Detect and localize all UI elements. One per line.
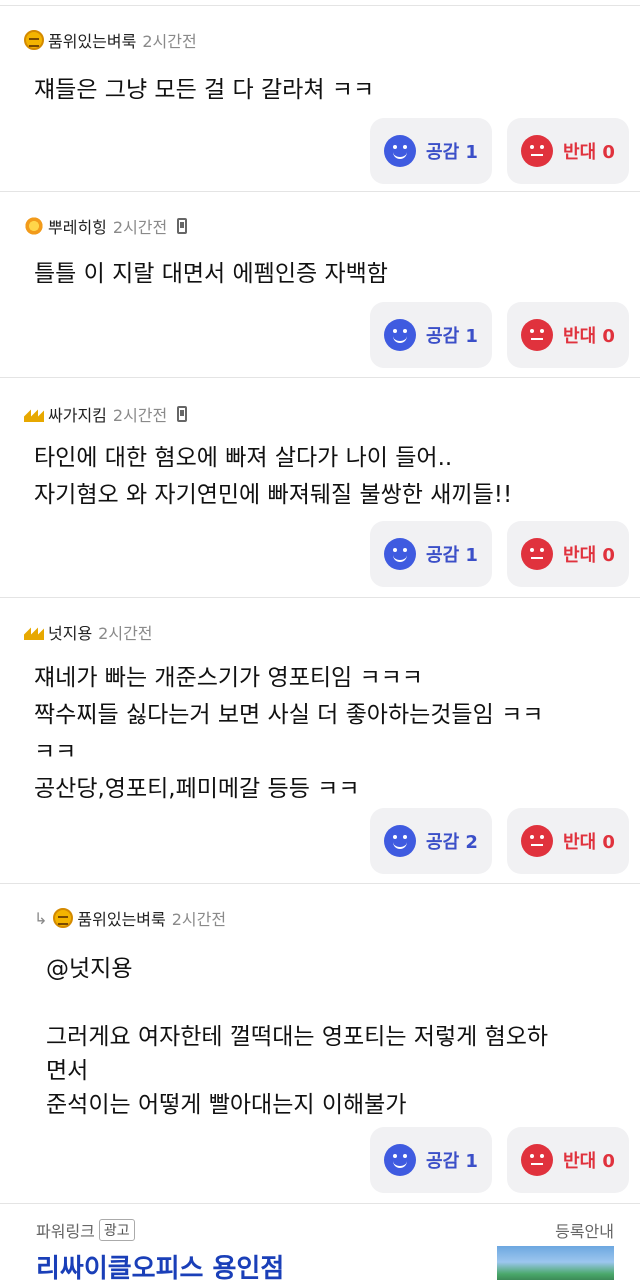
powerlink-ad[interactable]: 파워링크 광고 등록안내 리싸이클오피스 용인점 [0,1203,640,1280]
dislike-button[interactable]: 반대 0 [507,521,629,587]
ad-label-text: 파워링크 [36,1222,95,1241]
comment-item: 싸가지킴 2시간전 타인에 대한 혐오에 빠져 살다가 나이 들어.. 자기혐오… [0,377,640,597]
comment-text: 쟤들은 그냥 모든 걸 다 갈라쳐 ㅋㅋ [34,77,375,103]
like-label: 공감 2 [426,832,478,853]
like-label: 공감 1 [426,142,478,163]
dislike-label: 반대 0 [563,545,615,566]
angry-face-icon [521,135,554,167]
comment-item: 품위있는벼룩 2시간전 쟤들은 그냥 모든 걸 다 갈라쳐 ㅋㅋ 공감 1 반대… [0,5,640,191]
like-label: 공감 1 [426,1151,478,1172]
comment-meta: 싸가지킴 2시간전 [24,402,188,426]
reply-comment-item: ↳ 품위있는벼룩 2시간전 @넛지용 그러게요 여자한테 껄떡대는 영포티는 저… [0,883,640,1203]
comment-author[interactable]: 싸가지킴 [48,402,107,426]
user-level-face-icon [53,908,74,928]
user-level-crown-icon [24,626,44,640]
comment-time: 2시간전 [142,32,197,51]
comment-author[interactable]: 넛지용 [48,620,92,644]
reply-arrow-icon: ↳ [34,908,48,928]
comment-text: @넛지용 그러게요 여자한테 껄떡대는 영포티는 저렇게 혐오하 면서 준석이는… [46,956,549,1118]
dislike-button[interactable]: 반대 0 [507,1127,629,1193]
comment-item: 넛지용 2시간전 쟤네가 빠는 개준스기가 영포티임 ㅋㅋㅋ 짝수찌들 싫다는거… [0,597,640,883]
comment-meta: 품위있는벼룩 2시간전 [24,28,197,52]
comment-page: 품위있는벼룩 2시간전 쟤들은 그냥 모든 걸 다 갈라쳐 ㅋㅋ 공감 1 반대… [0,0,640,1280]
ad-label: 파워링크 광고 [36,1218,135,1242]
comment-text: 타인에 대한 혐오에 빠져 살다가 나이 들어.. 자기혐오 와 자기연민에 빠… [34,445,513,508]
dislike-label: 반대 0 [563,326,615,347]
like-button[interactable]: 공감 1 [370,302,492,368]
comment-author[interactable]: 뿌레히힝 [48,214,107,238]
dislike-label: 반대 0 [563,1151,615,1172]
comment-author[interactable]: 품위있는벼룩 [48,28,136,52]
ad-tag: 광고 [98,1219,135,1241]
comment-time: 2시간전 [171,910,227,929]
dislike-label: 반대 0 [563,142,615,163]
like-label: 공감 1 [426,326,478,347]
comment-item: 뿌레히힝 2시간전 틀틀 이 지랄 대면서 에펨인증 자백함 공감 1 반대 0 [0,191,640,377]
comment-author[interactable]: 품위있는벼룩 [77,906,165,930]
ad-register-link[interactable]: 등록안내 [555,1218,614,1242]
comment-meta: 넛지용 2시간전 [24,620,153,644]
like-button[interactable]: 공감 1 [370,118,492,184]
angry-face-icon [521,319,554,351]
dislike-button[interactable]: 반대 0 [507,808,629,874]
comment-time: 2시간전 [112,406,168,425]
user-level-crown-icon [24,408,44,422]
ad-title-link[interactable]: 리싸이클오피스 용인점 [36,1248,284,1280]
like-label: 공감 1 [426,545,478,566]
comment-meta: 뿌레히힝 2시간전 [24,214,188,238]
dislike-label: 반대 0 [563,832,615,853]
angry-face-icon [521,825,554,857]
smile-icon [384,135,417,167]
comment-text: 틀틀 이 지랄 대면서 에펨인증 자백함 [34,261,388,287]
angry-face-icon [521,1144,554,1176]
comment-text: 쟤네가 빠는 개준스기가 영포티임 ㅋㅋㅋ 짝수찌들 싫다는거 보면 사실 더 … [34,665,544,802]
smile-icon [384,538,417,570]
mobile-icon [177,218,188,234]
ad-thumbnail[interactable] [497,1246,614,1280]
user-level-flower-icon [24,216,44,236]
like-button[interactable]: 공감 1 [370,521,492,587]
mobile-icon [177,406,188,422]
angry-face-icon [521,538,554,570]
comment-time: 2시간전 [112,218,168,237]
comment-meta: ↳ 품위있는벼룩 2시간전 [34,906,226,930]
user-level-face-icon [24,30,44,50]
like-button[interactable]: 공감 2 [370,808,492,874]
smile-icon [384,1144,417,1176]
dislike-button[interactable]: 반대 0 [507,118,629,184]
comment-time: 2시간전 [98,624,153,643]
smile-icon [384,825,417,857]
dislike-button[interactable]: 반대 0 [507,302,629,368]
smile-icon [384,319,417,351]
like-button[interactable]: 공감 1 [370,1127,492,1193]
